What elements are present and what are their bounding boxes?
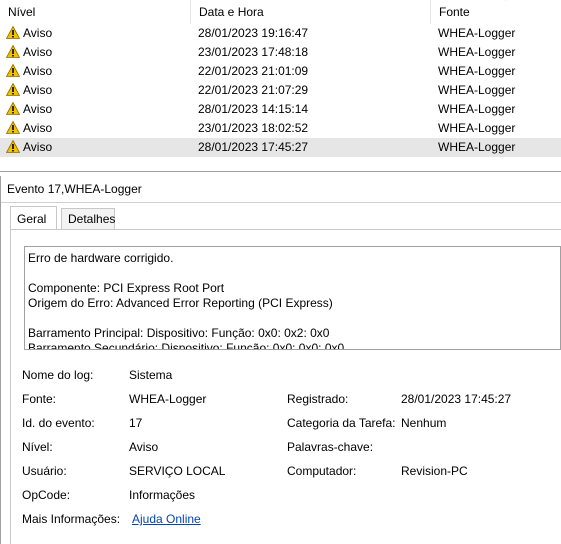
table-row[interactable]: Aviso 28/01/2023 17:45:27 WHEA-Logger — [0, 138, 561, 157]
level-text: Aviso — [23, 83, 53, 97]
source-label: Fonte: — [22, 392, 57, 406]
logged-value: 28/01/2023 17:45:27 — [401, 392, 512, 406]
date-cell: 23/01/2023 18:02:52 — [198, 121, 309, 135]
level-text: Aviso — [23, 140, 53, 154]
warning-icon — [5, 63, 21, 77]
level-text: Aviso — [23, 45, 53, 59]
table-row[interactable]: Aviso 23/01/2023 18:02:52 WHEA-Logger — [0, 119, 561, 138]
event-list: Nível Data e Hora Fonte ⌃ Aviso 28/01/202… — [0, 0, 561, 172]
description-line: Componente: PCI Express Root Port — [28, 281, 225, 295]
level-text: Aviso — [23, 102, 53, 116]
event-detail-title: Evento 17,WHEA-Logger — [1, 176, 561, 203]
level-text: Aviso — [23, 64, 53, 78]
level-cell: Aviso — [5, 62, 53, 81]
event-detail-pane: Evento 17,WHEA-Logger Geral Detalhes — [0, 176, 561, 544]
date-cell: 22/01/2023 21:01:09 — [198, 64, 309, 78]
table-row[interactable]: Aviso 22/01/2023 21:07:29 WHEA-Logger — [0, 81, 561, 100]
description-line: Origem do Erro: Advanced Error Reporting… — [28, 296, 333, 310]
description-line: Erro de hardware corrigido. — [28, 251, 174, 265]
date-cell: 28/01/2023 19:16:47 — [198, 26, 309, 40]
source-cell: WHEA-Logger — [438, 121, 516, 135]
opcode-label: OpCode: — [22, 488, 71, 502]
event-id-value: 17 — [129, 416, 143, 430]
level-label: Nível: — [22, 440, 53, 454]
more-info-label: Mais Informações: — [22, 512, 121, 526]
source-cell: WHEA-Logger — [438, 140, 516, 154]
column-header-level[interactable]: Nível — [0, 0, 191, 24]
log-name-label: Nome do log: — [22, 368, 94, 382]
warning-icon — [5, 101, 21, 115]
log-name-value: Sistema — [129, 368, 173, 382]
source-cell: WHEA-Logger — [438, 83, 516, 97]
computer-label: Computador: — [287, 464, 357, 478]
task-category-value: Nenhum — [401, 416, 447, 430]
online-help-link[interactable]: Ajuda Online — [132, 511, 201, 527]
task-category-label: Categoria da Tarefa: — [287, 416, 396, 430]
table-row[interactable]: Aviso 28/01/2023 19:16:47 WHEA-Logger — [0, 24, 561, 43]
level-text: Aviso — [23, 26, 53, 40]
date-cell: 23/01/2023 17:48:18 — [198, 45, 309, 59]
computer-value: Revision-PC — [401, 464, 468, 478]
table-row[interactable]: Aviso 28/01/2023 14:15:14 WHEA-Logger — [0, 100, 561, 119]
level-cell: Aviso — [5, 100, 53, 119]
warning-icon — [5, 44, 21, 58]
source-cell: WHEA-Logger — [438, 45, 516, 59]
table-row[interactable]: Aviso 22/01/2023 21:01:09 WHEA-Logger — [0, 62, 561, 81]
source-value: WHEA-Logger — [129, 392, 207, 406]
level-text: Aviso — [23, 121, 53, 135]
sort-up-icon: ⌃ — [502, 0, 511, 8]
event-id-label: Id. do evento: — [22, 416, 95, 430]
keywords-label: Palavras-chave: — [287, 440, 374, 454]
user-label: Usuário: — [22, 464, 67, 478]
description-line: Barramento Principal: Dispositivo: Funçã… — [28, 326, 330, 340]
level-cell: Aviso — [5, 24, 53, 43]
source-cell: WHEA-Logger — [438, 26, 516, 40]
date-cell: 22/01/2023 21:07:29 — [198, 83, 309, 97]
column-header-source[interactable]: Fonte — [431, 0, 561, 24]
warning-icon — [5, 139, 21, 153]
tab-general[interactable]: Geral — [10, 206, 57, 230]
level-value: Aviso — [129, 440, 159, 454]
date-cell: 28/01/2023 17:45:27 — [198, 140, 309, 154]
column-header-date[interactable]: Data e Hora — [191, 0, 431, 24]
tab-details[interactable]: Detalhes — [61, 208, 115, 230]
source-cell: WHEA-Logger — [438, 102, 516, 116]
table-row[interactable]: Aviso 23/01/2023 17:48:18 WHEA-Logger — [0, 43, 561, 62]
source-cell: WHEA-Logger — [438, 64, 516, 78]
level-cell: Aviso — [5, 119, 53, 138]
warning-icon — [5, 82, 21, 96]
level-cell: Aviso — [5, 81, 53, 100]
date-cell: 28/01/2023 14:15:14 — [198, 102, 309, 116]
level-cell: Aviso — [5, 43, 53, 62]
warning-icon — [5, 120, 21, 134]
level-cell: Aviso — [5, 138, 53, 157]
event-description[interactable]: Erro de hardware corrigido. Componente: … — [24, 246, 561, 350]
warning-icon — [5, 25, 21, 39]
logged-label: Registrado: — [287, 392, 349, 406]
description-line: Barramento Secundário: Dispositivo: Funç… — [28, 341, 345, 350]
opcode-value: Informações — [129, 488, 196, 502]
user-value: SERVIÇO LOCAL — [129, 464, 226, 478]
